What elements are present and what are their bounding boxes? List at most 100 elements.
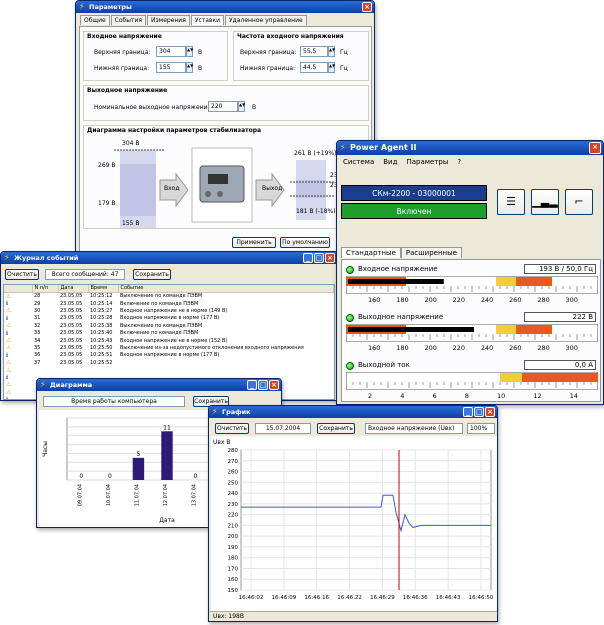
cell-time: 10:25:27	[90, 307, 113, 314]
tab-events[interactable]: События	[110, 15, 146, 25]
status-led-icon	[346, 362, 354, 370]
info-icon: ℹ	[6, 351, 9, 359]
row-icon-cell: ⚠	[4, 337, 32, 344]
input-freq-group: Частота входного напряжения Верхняя гран…	[233, 31, 369, 81]
status-led-icon	[346, 266, 354, 274]
close-icon[interactable]: ×	[485, 407, 495, 417]
upper-label: Верхняя граница:	[94, 49, 151, 56]
maximize-icon[interactable]: □	[474, 407, 484, 417]
cell-d: 23.05.05	[60, 337, 83, 344]
graph-icon[interactable]: ⌐	[565, 189, 593, 215]
nominal-field[interactable]: 220	[208, 101, 238, 112]
input-lower-field[interactable]: 155	[156, 62, 186, 73]
col-n[interactable]: N п/п	[32, 285, 59, 293]
cell-e	[118, 366, 334, 373]
journal-save-button[interactable]: Сохранить	[133, 269, 171, 280]
table-row[interactable]: ⚠ 30 23.05.05 10:25:27 Входное напряжение не…	[4, 307, 334, 314]
table-row[interactable]: ⚠	[4, 366, 334, 374]
pa-titlebar[interactable]: ⚡ Power Agent II ×	[337, 141, 603, 155]
table-row[interactable]: ⚠ 35 23.05.05 10:25:50 Выключение из-за недо…	[4, 344, 334, 351]
menu-help[interactable]: ?	[457, 158, 461, 166]
tab-settings[interactable]: Уставки	[190, 15, 224, 25]
journal-titlebar[interactable]: ⚡ Журнал событий _ □ ×	[1, 252, 337, 264]
graph-channel-select[interactable]: Входное напряжение (Uвх)	[365, 423, 463, 434]
x-axis-label: Дата	[159, 517, 175, 524]
spin-icon[interactable]: ▲▼	[186, 46, 193, 57]
row-icon-cell: ⚠	[4, 359, 32, 366]
tick-label: 200	[424, 344, 437, 352]
tab-standard[interactable]: Стандартные	[341, 247, 401, 258]
table-row[interactable]: ℹ 36 23.05.05 10:25:51 Входное напряжение в …	[4, 352, 334, 359]
table-row[interactable]: ⚠ 32 23.05.05 10:25:38 Выключение по команде…	[4, 322, 334, 329]
col-time[interactable]: Время	[88, 285, 119, 293]
default-button[interactable]: По умолчанию	[280, 237, 330, 248]
tick-label: 190	[228, 545, 239, 551]
hist-titlebar[interactable]: ⚡ Диаграмма _ □ ×	[37, 379, 281, 391]
cell-d: 23.05.05	[60, 322, 83, 329]
bar-chart-icon[interactable]: ▁▃▂	[531, 189, 559, 215]
freq-upper-field[interactable]: 55,5	[300, 46, 328, 57]
maximize-icon[interactable]: □	[314, 253, 324, 263]
close-icon[interactable]: ×	[325, 253, 335, 263]
meter-scale	[346, 324, 598, 342]
group-title: Выходное напряжение	[87, 87, 168, 94]
params-titlebar[interactable]: ⚡ Параметры ×	[76, 1, 374, 13]
graph-clear-button[interactable]: Очистить	[215, 423, 249, 434]
tab-measurements[interactable]: Измерения	[146, 15, 190, 25]
close-icon[interactable]: ×	[269, 380, 279, 390]
table-row[interactable]: ℹ 33 23.05.05 10:25:40 Включение по команде …	[4, 329, 334, 337]
cell-time	[88, 366, 118, 373]
spin-icon[interactable]: ▲▼	[186, 62, 193, 73]
table-row[interactable]: ⚠ 28 23.05.05 10:25:12 Выключение по команде…	[4, 292, 334, 300]
table-row[interactable]: ℹ 31 23.05.05 10:25:28 Входное напряжение в …	[4, 315, 334, 322]
group-title: Частота входного напряжения	[237, 33, 344, 40]
cell-time: 10:25:14	[90, 300, 113, 307]
tick-label: 4	[400, 392, 405, 400]
hist-dropdown[interactable]: Время работы компьютера	[43, 396, 185, 407]
menu-system[interactable]: Система	[343, 158, 374, 166]
table-row[interactable]: ℹ 29 23.05.05 10:25:14 Включение по команде …	[4, 300, 334, 307]
graph-date-field[interactable]: 15.07.2004	[255, 423, 311, 434]
minimize-icon[interactable]: _	[303, 253, 313, 263]
minimize-icon[interactable]: _	[463, 407, 473, 417]
freq-lower-field[interactable]: 44,5	[300, 62, 328, 73]
input-upper-field[interactable]: 304	[156, 46, 186, 57]
menu-view[interactable]: Вид	[383, 158, 397, 166]
tick-label: 270	[228, 459, 239, 465]
warning-icon: ⚠	[6, 388, 12, 396]
maximize-icon[interactable]: □	[258, 380, 268, 390]
data-label: 0	[108, 473, 112, 480]
cell-e: Входное напряжение в норме (177 В)	[120, 352, 220, 359]
journal-clear-button[interactable]: Очистить	[5, 269, 39, 280]
graph-titlebar[interactable]: ⚡ График _ □ ×	[209, 406, 497, 418]
diag-155: 155 В	[122, 220, 140, 227]
graph-save-button[interactable]: Сохранить	[317, 423, 355, 434]
tab-general[interactable]: Общие	[80, 15, 110, 25]
col-date[interactable]: Дата	[58, 285, 89, 293]
unit: В	[252, 104, 257, 111]
close-icon[interactable]: ×	[589, 142, 601, 154]
table-row[interactable]: ⚠ 37 23.05.05 10:25:52	[4, 359, 334, 366]
meter-scale	[346, 276, 598, 294]
meter: Входное напряжение 193 В / 50,0 Гц 160 180 2…	[344, 264, 598, 310]
table-row[interactable]: ⚠ 34 23.05.05 10:25:43 Входное напряжение не…	[4, 337, 334, 344]
bar	[132, 457, 145, 480]
spin-icon[interactable]: ▲▼	[328, 62, 335, 73]
cell-e: Входное напряжение не в норме (152 В)	[120, 337, 228, 344]
cell-d	[58, 366, 88, 373]
warning-icon: ⚠	[6, 337, 12, 345]
tab-remote[interactable]: Удаленное управление	[225, 15, 307, 25]
status-text: Uвх: 198В	[213, 613, 244, 620]
tab-extended[interactable]: Расширенные	[400, 247, 462, 258]
graph-zoom-select[interactable]: 100%	[467, 423, 495, 434]
minimize-icon[interactable]: _	[247, 380, 257, 390]
close-icon[interactable]: ×	[362, 2, 372, 12]
menu-params[interactable]: Параметры	[406, 158, 448, 166]
tick-label: 11.07.04	[134, 484, 140, 506]
col-event[interactable]: Событие	[118, 285, 334, 293]
apply-button[interactable]: Применить	[232, 237, 276, 248]
log-icon[interactable]: ☰	[497, 189, 525, 215]
spin-icon[interactable]: ▲▼	[328, 46, 335, 57]
spin-icon[interactable]: ▲▼	[238, 101, 245, 112]
meters-panel: Входное напряжение 193 В / 50,0 Гц 160 180 2…	[341, 259, 601, 402]
